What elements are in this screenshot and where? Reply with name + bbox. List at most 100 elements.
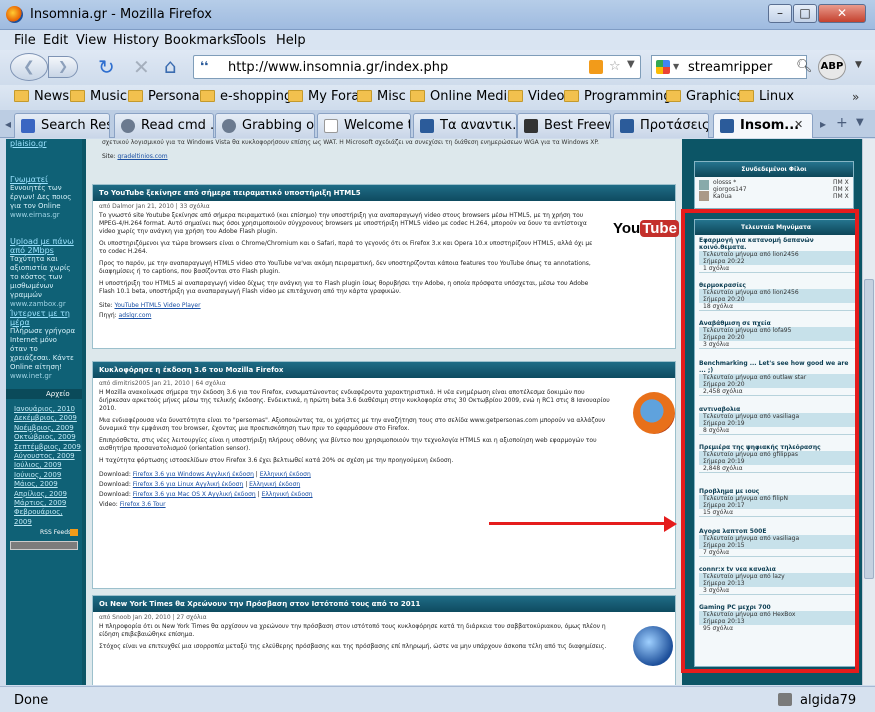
menu-edit[interactable]: Edit <box>43 33 68 48</box>
archive-link[interactable]: Μάρτιος, 2009 <box>14 499 82 508</box>
download-link[interactable]: Ελληνική έκδοση <box>262 491 313 498</box>
abp-dropdown-icon[interactable]: ▼ <box>855 60 862 70</box>
menu-file[interactable]: File <box>14 33 36 48</box>
forward-button[interactable]: ❯ <box>48 56 78 78</box>
search-go-icon[interactable]: 🔍︎ <box>796 59 813 74</box>
menu-bookmarks[interactable]: Bookmarks <box>164 33 237 48</box>
ad-title[interactable]: Γνωματεί <box>10 175 76 184</box>
bookmark-folder-misc[interactable]: Misc <box>357 89 406 104</box>
stop-icon[interactable]: ✕ <box>133 55 150 79</box>
tab-search-results[interactable]: Search Res... <box>14 113 110 138</box>
folder-icon <box>410 90 425 102</box>
archive-link[interactable]: Φεβρουάριος, 2009 <box>14 508 82 527</box>
search-input[interactable]: streamripper <box>688 60 772 75</box>
bookmark-folder-personal[interactable]: Personal <box>128 89 203 104</box>
rss-feeds-link[interactable]: RSS Feeds <box>40 529 71 536</box>
menu-history[interactable]: History <box>113 33 159 48</box>
url-dropdown-icon[interactable]: ▼ <box>627 59 635 70</box>
menu-tools[interactable]: Tools <box>234 33 266 48</box>
tab-read-cmd[interactable]: Read cmd ... <box>114 113 214 138</box>
scrollbar-thumb[interactable] <box>864 279 874 579</box>
archive-link[interactable]: Ιανουάριος, 2010 <box>14 405 82 414</box>
url-bar[interactable]: ❛❛ http://www.insomnia.gr/index.php ☆ ▼ <box>193 55 641 79</box>
bookmark-folder-online-media[interactable]: Online Media <box>410 89 515 104</box>
archive-link[interactable]: Οκτώβριος, 2009 <box>14 433 82 442</box>
friend-pm-close[interactable]: ΠΜ X <box>833 193 849 200</box>
bookmark-folder-linux[interactable]: Linux <box>739 89 794 104</box>
download-link[interactable]: Ελληνική έκδοση <box>249 481 300 488</box>
bookmarks-overflow-icon[interactable]: » <box>852 90 859 104</box>
ad-title[interactable]: Upload με πάνω από 2Mbps <box>10 237 76 255</box>
post-paragraph: Η Mozilla ανακοίνωσε σήμερα την έκδοση 3… <box>99 389 610 412</box>
tab-protaseis[interactable]: Προτάσεις... <box>613 113 709 138</box>
archive-link[interactable]: Σεπτέμβριος, 2009 <box>14 443 82 452</box>
post-source-line: Site: YouTube HTML5 Video Player <box>99 302 201 309</box>
post-title[interactable]: Κυκλοφόρησε η έκδοση 3.6 του Mozilla Fir… <box>93 362 675 378</box>
friend-name[interactable]: olosss * <box>713 179 747 186</box>
archive-link[interactable]: Αύγουστος, 2009 <box>14 452 82 461</box>
back-arrow-icon: ❮ <box>23 59 35 75</box>
bookmark-star-icon[interactable]: ☆ <box>609 59 621 74</box>
download-link[interactable]: Ελληνική έκδοση <box>260 471 311 478</box>
tab-grabbing[interactable]: Grabbing o... <box>215 113 315 138</box>
bookmark-folder-music[interactable]: Music <box>70 89 127 104</box>
friend-name[interactable]: Ka0ua <box>713 193 747 200</box>
archive-link[interactable]: Νοέμβριος, 2009 <box>14 424 82 433</box>
menu-view[interactable]: View <box>76 33 107 48</box>
new-tab-icon[interactable]: + <box>836 115 848 131</box>
ad-title[interactable]: Ίντερνετ με τη μέρα <box>10 309 76 327</box>
ad-top-link[interactable]: plaisio.gr <box>10 139 46 148</box>
friend-pm-close[interactable]: ΠΜ X <box>833 179 849 186</box>
engine-dropdown-icon[interactable]: ▼ <box>673 62 679 71</box>
google-engine-icon[interactable] <box>656 60 670 74</box>
archive-link[interactable]: Απρίλιος, 2009 <box>14 490 82 499</box>
archive-link[interactable]: Δεκέμβριος, 2009 <box>14 414 82 423</box>
tab-scroll-right-icon[interactable]: ▸ <box>820 117 826 131</box>
status-username[interactable]: algida79 <box>800 693 856 708</box>
download-link[interactable]: Firefox 3.6 για Linux Αγγλική έκδοση <box>133 481 244 488</box>
bookmark-folder-graphics[interactable]: Graphics <box>666 89 743 104</box>
tab-scroll-left-icon[interactable]: ◂ <box>5 117 11 131</box>
post-link[interactable]: YouTube HTML5 Video Player <box>114 302 200 309</box>
download-link[interactable]: Firefox 3.6 Tour <box>120 501 166 508</box>
all-tabs-icon[interactable]: ▼ <box>856 117 864 128</box>
reload-icon[interactable]: ↻ <box>98 55 115 79</box>
adblock-plus-button[interactable]: ABP <box>818 54 846 80</box>
archive-link[interactable]: Μάιος, 2009 <box>14 480 82 489</box>
tab-anantik[interactable]: Τα αναντικ... <box>413 113 517 138</box>
maximize-button[interactable]: □ <box>793 4 817 23</box>
post-link[interactable]: adslgr.com <box>119 312 152 319</box>
post-title[interactable]: Οι New York Times θα Χρεώνουν την Πρόσβα… <box>93 596 675 612</box>
badge-strip <box>10 541 78 550</box>
bookmark-folder-video[interactable]: Video <box>508 89 564 104</box>
tab-close-icon[interactable]: ✕ <box>794 118 803 131</box>
tab-best-freeware[interactable]: Best Freew... <box>517 113 611 138</box>
search-bar[interactable]: ▼ streamripper <box>651 55 807 79</box>
archive-link[interactable]: Ιούνιος, 2009 <box>14 471 82 480</box>
back-button[interactable]: ❮ <box>10 53 48 81</box>
ad-source: www.eirnas.gr <box>10 211 60 219</box>
friend-pm-close[interactable]: ΠΜ X <box>833 186 849 193</box>
bookmark-folder-news[interactable]: News <box>14 89 69 104</box>
menu-help[interactable]: Help <box>276 33 306 48</box>
post-youtube: Το YouTube ξεκίνησε από σήμερα πειραματι… <box>92 184 679 349</box>
download-link[interactable]: Firefox 3.6 για Mac OS X Αγγλική έκδοση <box>133 491 256 498</box>
bookmark-folder-programming[interactable]: Programming <box>564 89 672 104</box>
friend-name[interactable]: giorgos147 <box>713 186 747 193</box>
extension-icon[interactable] <box>778 693 792 706</box>
rss-feed-icon[interactable] <box>589 60 603 74</box>
tab-welcome[interactable]: Welcome t... <box>317 113 411 138</box>
download-line: Download: Firefox 3.6 για Linux Αγγλική … <box>99 481 301 488</box>
archive-link[interactable]: Ιούλιος, 2009 <box>14 461 82 470</box>
url-text[interactable]: http://www.insomnia.gr/index.php <box>228 60 448 75</box>
vertical-scrollbar[interactable] <box>862 139 875 685</box>
avatar <box>699 191 709 201</box>
close-button[interactable]: ✕ <box>818 4 866 23</box>
home-icon[interactable]: ⌂ <box>164 54 177 78</box>
download-link[interactable]: Firefox 3.6 για Windows Αγγλική έκδοση <box>133 471 254 478</box>
minimize-button[interactable]: – <box>768 4 792 23</box>
bookmark-folder-myfora[interactable]: My Fora <box>288 89 359 104</box>
folder-icon <box>14 90 29 102</box>
post-title[interactable]: Το YouTube ξεκίνησε από σήμερα πειραματι… <box>93 185 675 201</box>
bookmark-folder-eshopping[interactable]: e-shopping <box>200 89 292 104</box>
